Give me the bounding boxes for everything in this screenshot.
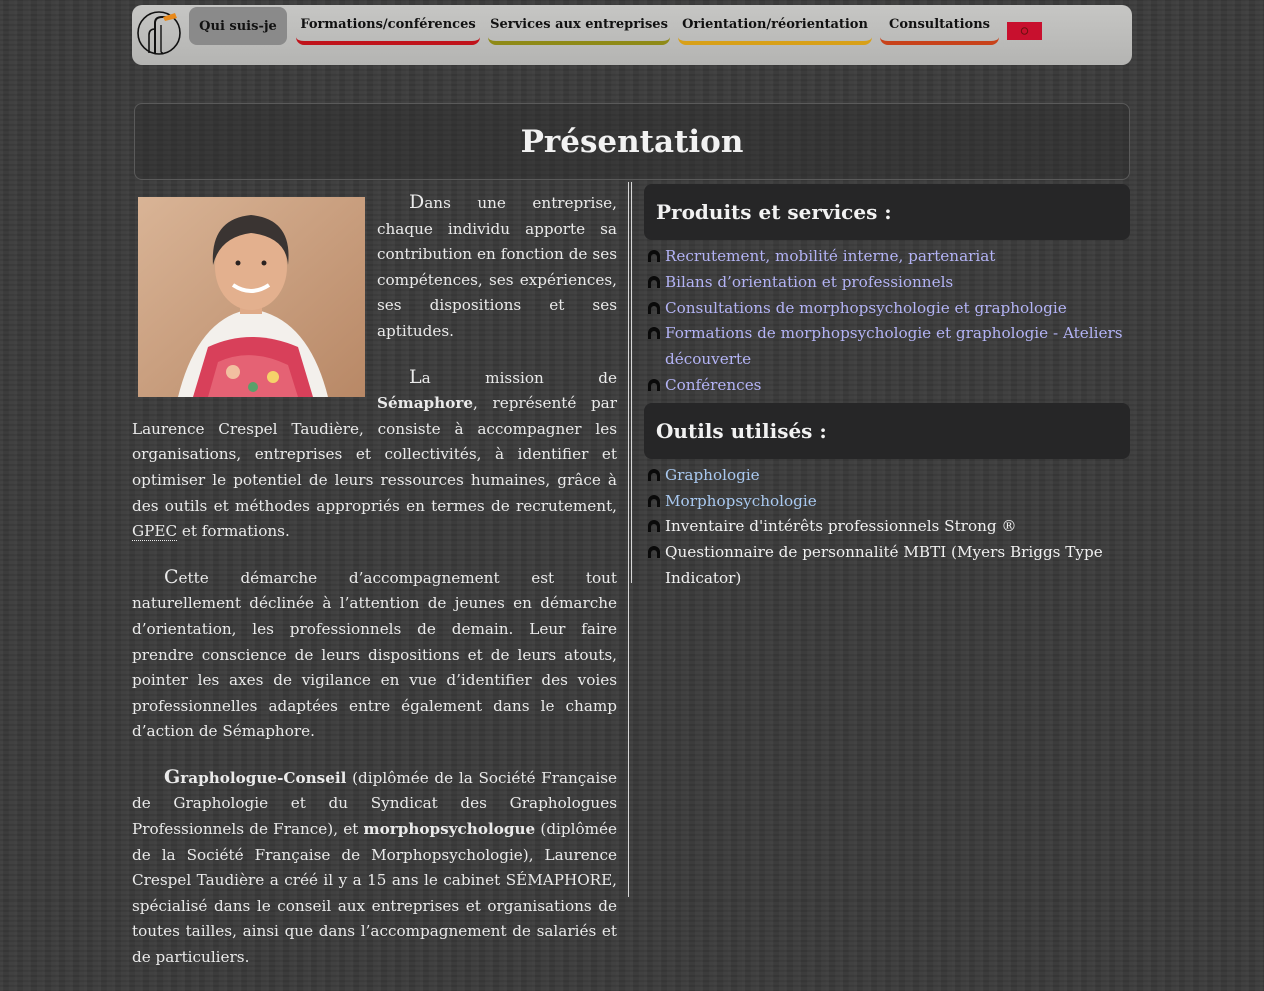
- flag-icon[interactable]: [1007, 22, 1042, 40]
- semaphore-bullet-icon: [648, 275, 660, 288]
- products-list: Recrutement, mobilité interne, partenari…: [644, 240, 1130, 403]
- link-recrutement[interactable]: Recrutement, mobilité interne, partenari…: [665, 247, 995, 265]
- link-consultations[interactable]: Consultations de morphopsychologie et gr…: [665, 299, 1067, 317]
- semaphore-bullet-icon: [648, 327, 660, 340]
- list-item: Morphopsychologie: [644, 489, 1130, 515]
- tab-orientation-reorientation[interactable]: Orientation/réorientation: [678, 7, 872, 45]
- link-morphopsychologie[interactable]: Morphopsychologie: [665, 492, 817, 510]
- column-divider-inner: [631, 182, 632, 583]
- top-navigation: Qui suis-je Formations/conférences Servi…: [132, 5, 1132, 65]
- intro-paragraph-4: Graphologue-Conseil (diplômée de la Soci…: [132, 765, 618, 967]
- semaphore-bullet-icon: [648, 301, 660, 314]
- list-item: Formations de morphopsychologie et graph…: [644, 321, 1130, 373]
- link-bilans[interactable]: Bilans d’orientation et professionnels: [665, 273, 953, 291]
- link-conferences[interactable]: Conférences: [665, 376, 761, 394]
- tools-list: Graphologie Morphopsychologie Inventaire…: [644, 459, 1130, 596]
- link-formations[interactable]: Formations de morphopsychologie et graph…: [665, 324, 1123, 368]
- semaphore-bullet-icon: [648, 378, 660, 391]
- list-item: Graphologie: [644, 463, 1130, 489]
- page-title-box: Présentation: [134, 103, 1130, 180]
- list-item: Inventaire d'intérêts professionnels Str…: [644, 514, 1130, 540]
- tool-strong: Inventaire d'intérêts professionnels Str…: [665, 517, 1017, 536]
- list-item: Conférences: [644, 373, 1130, 399]
- semaphore-bullet-icon: [648, 520, 660, 533]
- semaphore-bullet-icon: [648, 250, 660, 262]
- intro-paragraph-3: Cette démarche d’accompagnement est tout…: [132, 565, 617, 741]
- gpec-abbr: GPEC: [132, 522, 178, 542]
- products-heading: Produits et services :: [644, 184, 1130, 240]
- list-item: Bilans d’orientation et professionnels: [644, 270, 1130, 296]
- column-divider: [628, 182, 629, 897]
- tab-consultations[interactable]: Consultations: [880, 7, 999, 45]
- semaphore-bullet-icon: [648, 546, 660, 559]
- tools-heading: Outils utilisés :: [644, 402, 1130, 459]
- semaphore-bullet-icon: [648, 494, 660, 507]
- semaphore-bullet-icon: [648, 468, 660, 481]
- list-item: Consultations de morphopsychologie et gr…: [644, 296, 1130, 322]
- tab-formations-conferences[interactable]: Formations/conférences: [296, 7, 480, 45]
- portrait-photo: [138, 197, 365, 397]
- logo-icon[interactable]: [135, 9, 183, 57]
- list-item: Recrutement, mobilité interne, partenari…: [644, 244, 1130, 270]
- tool-mbti: Questionnaire de personnalité MBTI (Myer…: [665, 543, 1103, 587]
- tab-services-entreprises[interactable]: Services aux entreprises: [488, 7, 670, 45]
- list-item: Questionnaire de personnalité MBTI (Myer…: [644, 540, 1130, 592]
- link-graphologie[interactable]: Graphologie: [665, 466, 760, 484]
- presentation-text: Dans une entreprise, chaque individu app…: [132, 190, 617, 991]
- sidebar: Produits et services : Recrutement, mobi…: [644, 184, 1130, 596]
- tab-qui-suis-je[interactable]: Qui suis-je: [189, 7, 287, 45]
- page-title: Présentation: [520, 123, 744, 160]
